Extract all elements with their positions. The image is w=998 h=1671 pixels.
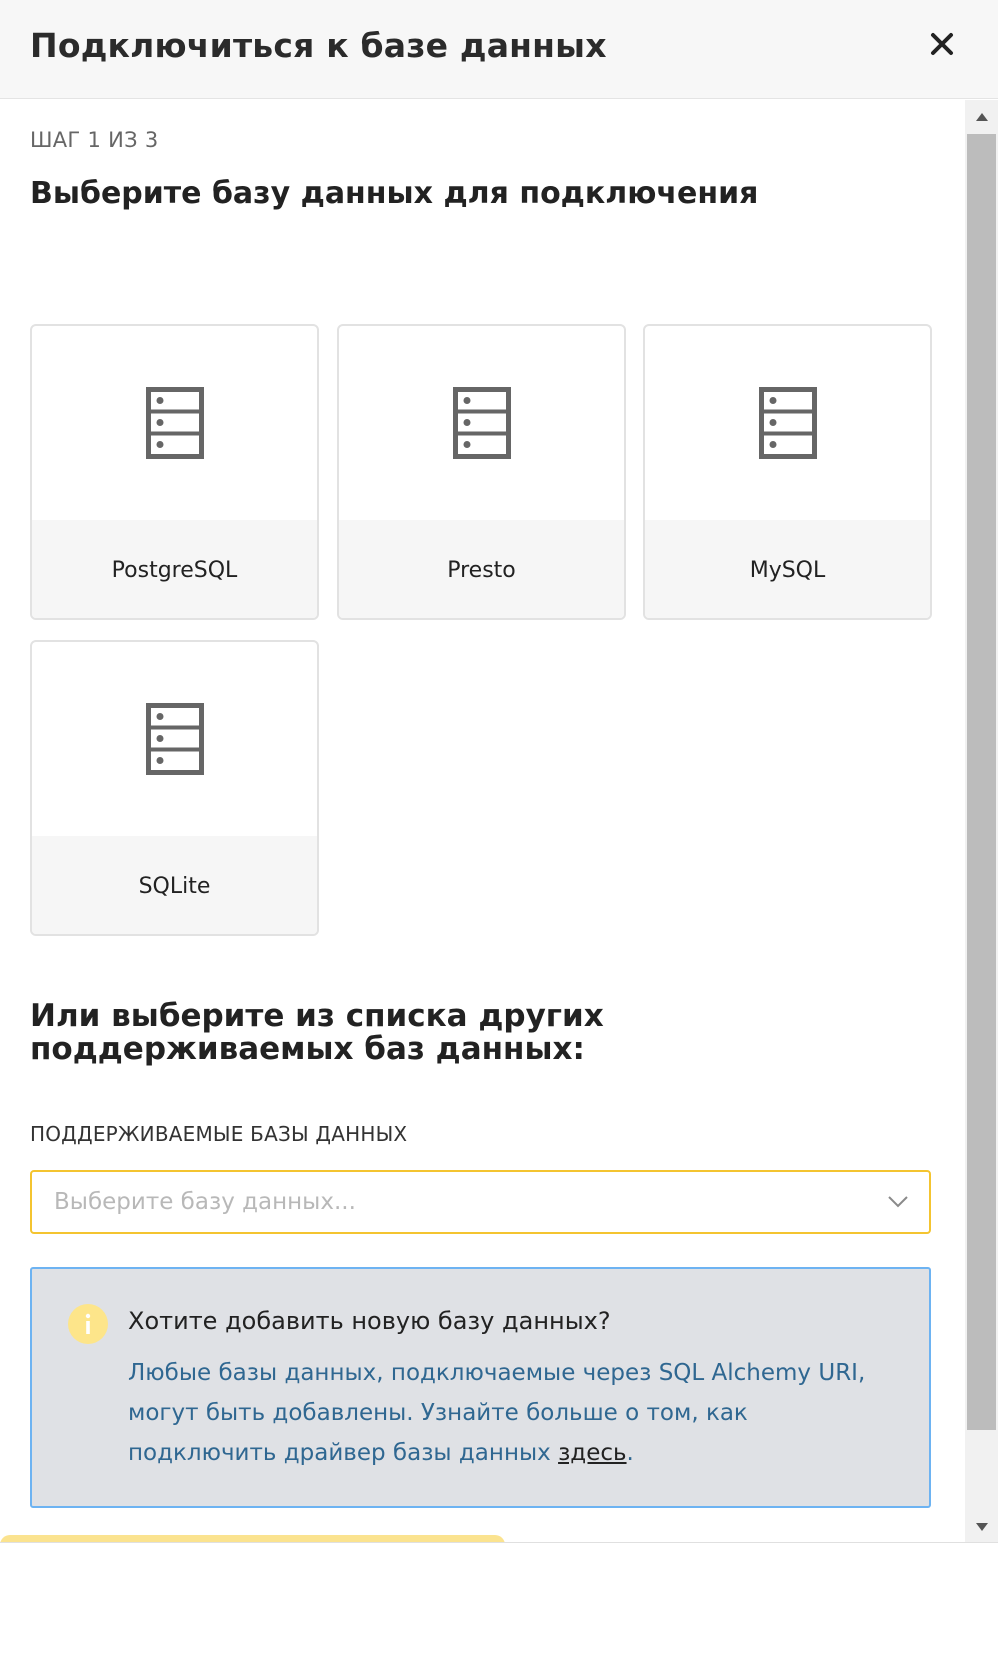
info-alert: Хотите добавить новую базу данных? Любые… [30,1267,931,1508]
scroll-up-button[interactable] [965,100,998,133]
database-icon [145,703,204,775]
modal-title: Подключиться к базе данных [30,26,607,65]
other-databases-heading: Или выберите из списка других поддержива… [30,998,604,1067]
db-card-label: SQLite [32,836,317,934]
footer-button-peek[interactable] [0,1535,505,1542]
db-card-mysql[interactable]: MySQL [643,324,932,620]
info-link[interactable]: здесь [558,1440,626,1466]
info-title: Хотите добавить новую базу данных? [128,1307,611,1335]
close-icon [931,33,953,55]
step-indicator: ШАГ 1 ИЗ 3 [30,128,159,152]
chevron-down-icon [888,1196,908,1208]
db-card-postgresql[interactable]: PostgreSQL [30,324,319,620]
modal-content: ШАГ 1 ИЗ 3 Выберите базу данных для подк… [0,100,965,1542]
db-card-label: Presto [339,520,624,618]
db-card-presto[interactable]: Presto [337,324,626,620]
supported-databases-label: ПОДДЕРЖИВАЕМЫЕ БАЗЫ ДАННЫХ [30,1122,408,1146]
step-heading: Выберите базу данных для подключения [30,176,759,211]
scroll-down-button[interactable] [965,1510,998,1542]
vertical-scrollbar[interactable] [965,100,998,1542]
db-card-label: MySQL [645,520,930,618]
info-suffix: . [626,1440,634,1466]
modal-header: Подключиться к базе данных [0,0,998,99]
db-card-label: PostgreSQL [32,520,317,618]
triangle-down-icon [975,1522,988,1531]
modal-body[interactable]: ШАГ 1 ИЗ 3 Выберите базу данных для подк… [0,100,998,1543]
select-placeholder: Выберите базу данных... [54,1189,356,1215]
database-icon [758,387,817,459]
database-icon [145,387,204,459]
info-icon [68,1304,108,1344]
info-text: Любые базы данных, подключаемые через SQ… [128,1353,898,1473]
database-icon [452,387,511,459]
db-card-sqlite[interactable]: SQLite [30,640,319,936]
info-body: Любые базы данных, подключаемые через SQ… [128,1360,866,1466]
database-select[interactable]: Выберите базу данных... [30,1170,931,1234]
scroll-thumb[interactable] [967,134,996,1430]
close-button[interactable] [924,26,960,62]
triangle-up-icon [975,112,988,121]
